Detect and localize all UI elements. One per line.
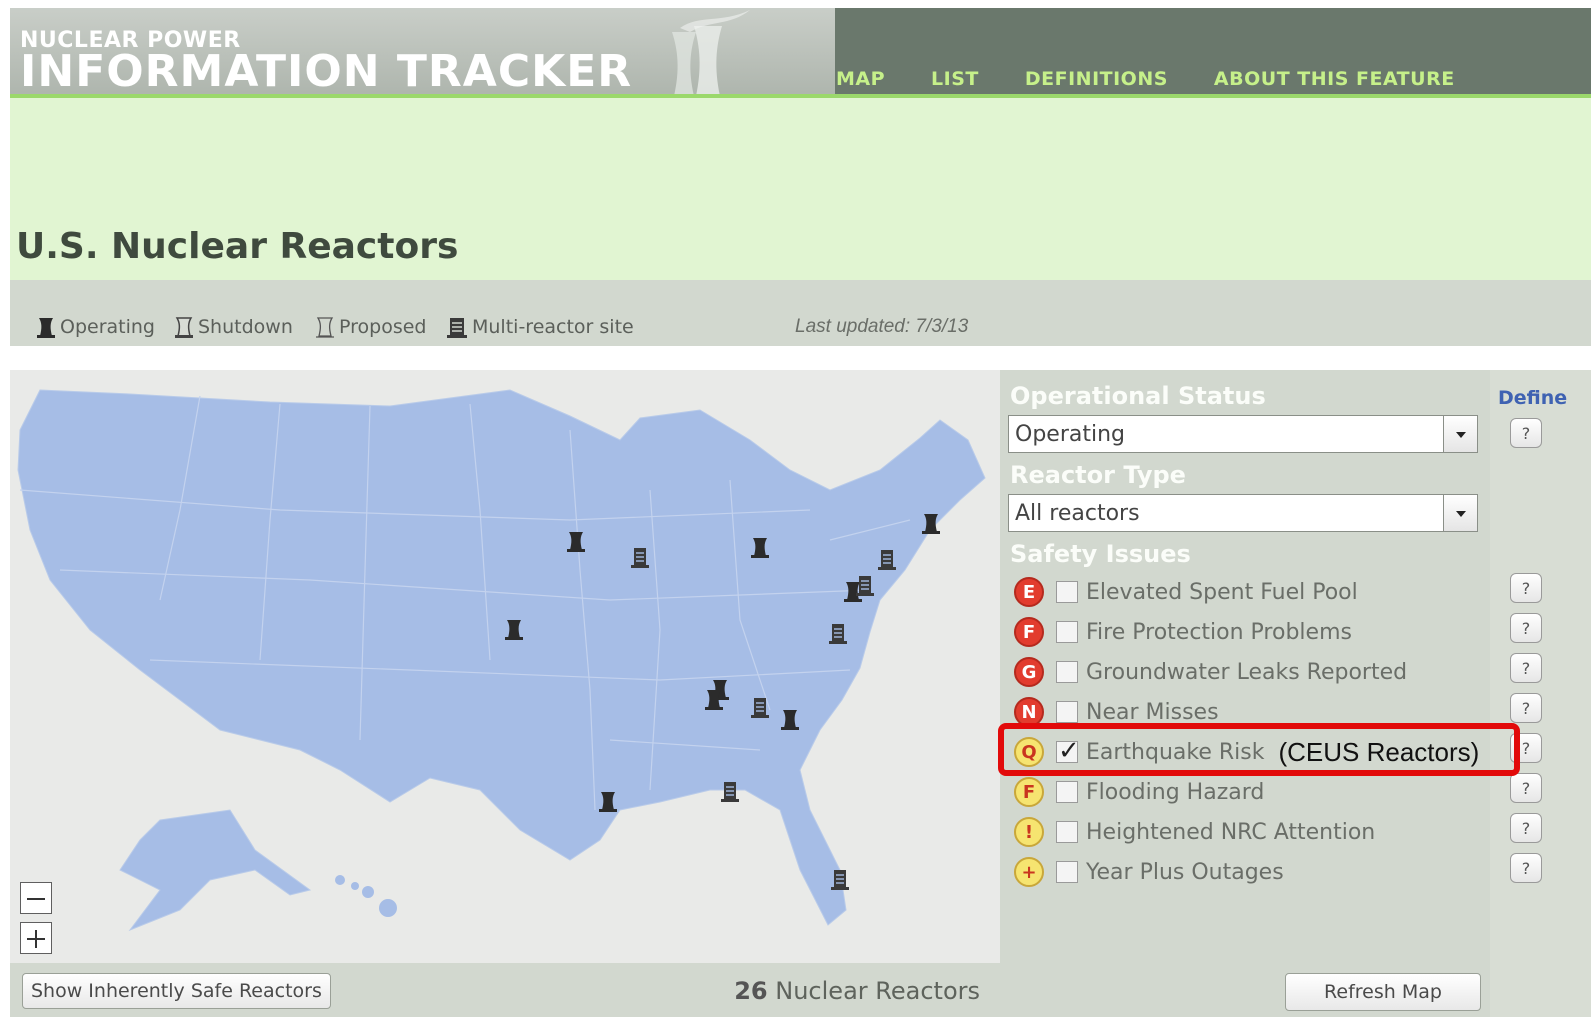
proposed-reactor-icon [316, 317, 334, 338]
operational-status-value: Operating [1015, 422, 1125, 447]
issue-label: Heightened NRC Attention [1086, 819, 1376, 845]
reactor-count-label: Nuclear Reactors [767, 977, 980, 1005]
issue-checkbox[interactable] [1056, 621, 1078, 643]
legend-operating: Operating [34, 316, 155, 338]
issue-checkbox[interactable] [1056, 661, 1078, 683]
define-column: Define ? ? ? ? ? ? ? ? ? [1490, 370, 1591, 1017]
chevron-down-icon [1443, 416, 1477, 452]
reactor-type-heading: Reactor Type [1010, 461, 1186, 489]
issue-label: Elevated Spent Fuel Pool [1086, 579, 1358, 605]
issue-label: Year Plus Outages [1086, 859, 1284, 885]
operational-status-select[interactable]: Operating [1008, 415, 1478, 453]
issue-checkbox[interactable] [1056, 781, 1078, 803]
legend-shutdown: Shutdown [172, 316, 293, 338]
issue-checkbox[interactable] [1056, 821, 1078, 843]
help-outages-button[interactable]: ? [1510, 853, 1542, 883]
issue-badge-icon: + [1014, 857, 1044, 887]
nav-definitions[interactable]: DEFINITIONS [1025, 68, 1168, 90]
reactor-map[interactable] [10, 370, 1000, 963]
hawaii-shape [335, 875, 397, 917]
show-safe-reactors-button[interactable]: Show Inherently Safe Reactors [22, 973, 331, 1009]
help-nrc-attention-button[interactable]: ? [1510, 813, 1542, 843]
us-map [17, 389, 986, 932]
help-near-misses-button[interactable]: ? [1510, 693, 1542, 723]
page: NUCLEAR POWER INFORMATION TRACKER MAP LI… [0, 0, 1591, 1027]
page-title: U.S. Nuclear Reactors [16, 226, 459, 267]
issue-row-fire: F Fire Protection Problems [1014, 615, 1352, 649]
safety-issues-heading: Safety Issues [1010, 540, 1191, 568]
help-spent-fuel-button[interactable]: ? [1510, 573, 1542, 603]
issue-checkbox[interactable] [1056, 581, 1078, 603]
brand-block: NUCLEAR POWER INFORMATION TRACKER [10, 8, 835, 96]
nav-map[interactable]: MAP [836, 68, 885, 90]
issue-row-groundwater: G Groundwater Leaks Reported [1014, 655, 1407, 689]
reactor-type-select[interactable]: All reactors [1008, 494, 1478, 532]
legend-shutdown-label: Shutdown [198, 316, 293, 338]
legend-bar: Operating Shutdown Proposed Multi-reacto… [10, 280, 1591, 346]
nav-about[interactable]: ABOUT THIS FEATURE [1214, 68, 1455, 90]
legend-operating-label: Operating [60, 316, 155, 338]
alaska-shape [119, 809, 312, 932]
issue-badge-icon: ! [1014, 817, 1044, 847]
app-header: NUCLEAR POWER INFORMATION TRACKER MAP LI… [10, 8, 1591, 96]
help-fire-button[interactable]: ? [1510, 613, 1542, 643]
multi-reactor-icon [447, 318, 467, 338]
issue-label: Fire Protection Problems [1086, 619, 1352, 645]
reactor-count: 26 Nuclear Reactors [734, 977, 980, 1005]
issue-row-flooding: F Flooding Hazard [1014, 775, 1264, 809]
reactor-count-number: 26 [734, 977, 768, 1005]
issue-row-spent-fuel: E Elevated Spent Fuel Pool [1014, 575, 1358, 609]
legend-multi: Multi-reactor site [444, 316, 634, 338]
issue-row-nrc-attention: ! Heightened NRC Attention [1014, 815, 1375, 849]
help-groundwater-button[interactable]: ? [1510, 653, 1542, 683]
issue-checkbox[interactable] [1056, 701, 1078, 723]
legend-proposed: Proposed [313, 316, 426, 338]
legend-multi-label: Multi-reactor site [472, 316, 634, 338]
title-band: U.S. Nuclear Reactors [10, 98, 1591, 280]
zoom-out-button[interactable] [20, 882, 52, 914]
last-updated: Last updated: 7/3/13 [795, 316, 969, 337]
help-flooding-button[interactable]: ? [1510, 773, 1542, 803]
issue-row-outages: + Year Plus Outages [1014, 855, 1284, 889]
shutdown-reactor-icon [175, 317, 193, 338]
define-header: Define [1498, 387, 1568, 409]
earthquake-highlight-box [998, 723, 1520, 776]
zoom-in-button[interactable] [20, 922, 52, 954]
nav-list[interactable]: LIST [931, 68, 979, 90]
issue-badge-icon: F [1014, 617, 1044, 647]
issue-label: Groundwater Leaks Reported [1086, 659, 1408, 685]
cooling-towers-icon [672, 10, 750, 96]
operational-status-heading: Operational Status [1010, 382, 1266, 410]
operating-reactor-icon [37, 318, 55, 338]
issue-label: Flooding Hazard [1086, 779, 1265, 805]
filter-panel: Operational Status Operating Reactor Typ… [1000, 370, 1490, 1017]
map-footer: Show Inherently Safe Reactors 26 Nuclear… [10, 963, 1000, 1017]
brand-title: INFORMATION TRACKER [20, 46, 633, 97]
refresh-map-button[interactable]: Refresh Map [1285, 973, 1481, 1011]
issue-checkbox[interactable] [1056, 861, 1078, 883]
issue-badge-icon: E [1014, 577, 1044, 607]
issue-badge-icon: F [1014, 777, 1044, 807]
main-nav: MAP LIST DEFINITIONS ABOUT THIS FEATURE [836, 68, 1501, 90]
issue-label: Near Misses [1086, 699, 1219, 725]
reactor-type-value: All reactors [1015, 501, 1140, 526]
chevron-down-icon [1443, 495, 1477, 531]
legend-proposed-label: Proposed [339, 316, 427, 338]
issue-badge-icon: G [1014, 657, 1044, 687]
help-operational-status-button[interactable]: ? [1510, 418, 1542, 448]
